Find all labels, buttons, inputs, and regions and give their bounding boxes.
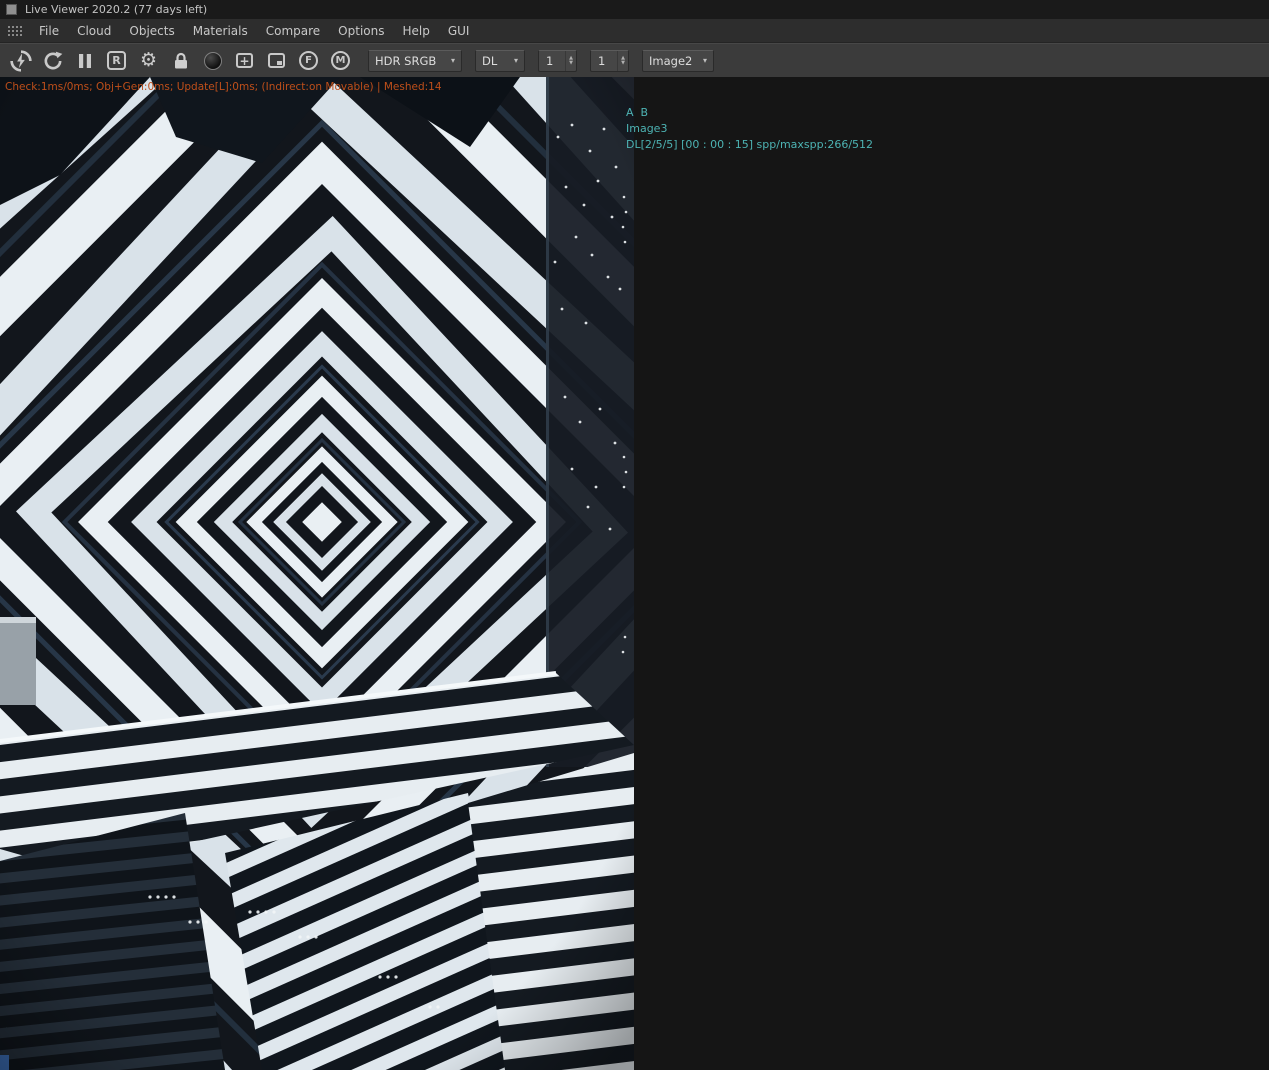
menu-item-options[interactable]: Options [329, 21, 393, 41]
sphere-icon [203, 51, 222, 70]
pause-icon [78, 53, 91, 68]
menu-item-file[interactable]: File [30, 21, 68, 41]
colorspace-dropdown[interactable]: HDR SRGB ▾ [368, 49, 462, 72]
render-status-text: Check:1ms/0ms; Obj+Gen:0ms; Update[L]:0m… [5, 81, 442, 93]
stepper-a[interactable]: 1 ▲ ▼ [538, 49, 577, 72]
reset-button[interactable]: R [102, 47, 131, 75]
image-slot-dropdown[interactable]: Image2 ▾ [642, 49, 714, 72]
render-image [0, 77, 634, 1070]
gear-icon: ⚙ [139, 49, 158, 71]
pick-material-button[interactable]: M [326, 47, 355, 75]
chevron-down-icon: ▾ [450, 56, 455, 65]
render-stats: DL[2/5/5] [00 : 00 : 15] spp/maxspp:266/… [626, 138, 874, 151]
menubar: File Cloud Objects Materials Compare Opt… [0, 19, 1269, 43]
restart-icon [44, 51, 62, 69]
stepper-b[interactable]: 1 ▲ ▼ [590, 49, 629, 72]
menu-item-compare[interactable]: Compare [257, 21, 329, 41]
colorspace-value: HDR SRGB [375, 53, 437, 68]
send-scene-icon [9, 49, 32, 72]
menu-item-materials[interactable]: Materials [184, 21, 257, 41]
stepper-b-value: 1 [598, 53, 606, 68]
reset-icon: R [107, 51, 126, 70]
render-overlay: A B Image3 DL[2/5/5] [00 : 00 : 15] spp/… [626, 105, 873, 153]
window-title: Live Viewer 2020.2 (77 days left) [25, 3, 208, 16]
film-region-inner [277, 61, 282, 65]
buffer-name: Image3 [626, 122, 668, 135]
stepper-b-arrows[interactable]: ▲ ▼ [617, 50, 628, 71]
toolbar: R ⚙ + F M HDR SRGB ▾ DL ▾ 1 ▲ ▼ 1 ▲ ▼ Im… [0, 43, 1269, 77]
menu-item-cloud[interactable]: Cloud [68, 21, 120, 41]
add-region-button[interactable]: + [230, 47, 259, 75]
restart-render-button[interactable] [38, 47, 67, 75]
pick-focus-button[interactable]: F [294, 47, 323, 75]
send-scene-button[interactable] [6, 47, 35, 75]
render-viewport[interactable]: Check:1ms/0ms; Obj+Gen:0ms; Update[L]:0m… [0, 77, 634, 1070]
compare-a-button[interactable]: A [626, 105, 634, 121]
titlebar: Live Viewer 2020.2 (77 days left) [0, 0, 1269, 19]
pause-render-button[interactable] [70, 47, 99, 75]
stepper-a-value: 1 [546, 53, 554, 68]
settings-button[interactable]: ⚙ [134, 47, 163, 75]
focus-icon: F [299, 51, 318, 70]
compare-b-button[interactable]: B [641, 105, 649, 121]
viewer-background [634, 77, 1269, 1070]
menu-item-gui[interactable]: GUI [439, 21, 479, 41]
live-viewer-window: Live Viewer 2020.2 (77 days left) File C… [0, 0, 1269, 1070]
kernel-value: DL [482, 53, 498, 68]
arrow-down-icon: ▼ [569, 59, 573, 66]
app-icon [6, 4, 17, 15]
chevron-down-icon: ▾ [702, 56, 707, 65]
stepper-a-arrows[interactable]: ▲ ▼ [565, 50, 576, 71]
menu-item-objects[interactable]: Objects [120, 21, 183, 41]
lock-resolution-button[interactable] [166, 47, 195, 75]
film-region-button[interactable] [262, 47, 291, 75]
plus-glyph: + [239, 53, 250, 68]
compare-buffers: A B [626, 105, 873, 121]
preview-sphere-button[interactable] [198, 47, 227, 75]
menu-item-help[interactable]: Help [393, 21, 438, 41]
grip-dots-icon [7, 25, 22, 36]
material-icon: M [331, 51, 350, 70]
film-region-icon [268, 53, 285, 68]
image-slot-value: Image2 [649, 53, 693, 68]
kernel-dropdown[interactable]: DL ▾ [475, 49, 525, 72]
chevron-down-icon: ▾ [513, 56, 518, 65]
region-plus-icon: + [236, 53, 253, 68]
lock-icon [174, 52, 187, 68]
viewer-content: Check:1ms/0ms; Obj+Gen:0ms; Update[L]:0m… [0, 77, 1269, 1070]
arrow-down-icon: ▼ [621, 59, 625, 66]
